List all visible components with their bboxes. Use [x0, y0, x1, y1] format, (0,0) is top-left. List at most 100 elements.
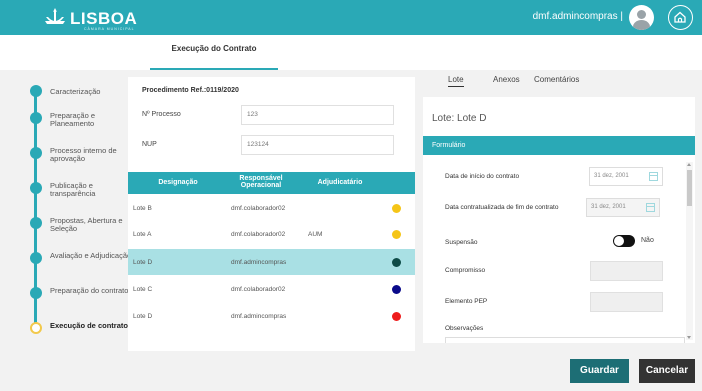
compromisso-label: Compromisso — [445, 267, 486, 274]
status-dot — [392, 312, 401, 321]
calendar-icon[interactable] — [649, 172, 658, 181]
pep-label: Elemento PEP — [445, 298, 488, 305]
cancel-button[interactable]: Cancelar — [639, 359, 695, 383]
data-inicio-input[interactable]: 31 dez, 2001 — [589, 167, 663, 186]
compromisso-field[interactable] — [590, 261, 663, 281]
table-row[interactable]: Lote D dmf.admincompras — [128, 303, 415, 329]
cell-responsavel: dmf.colaborador02 — [231, 205, 286, 212]
form-scrollbar[interactable] — [686, 162, 693, 340]
step-dot — [30, 182, 42, 194]
cell-adjudicatario: AUM — [308, 231, 323, 238]
step-dot — [30, 112, 42, 124]
data-inicio-label: Data de início do contrato — [445, 173, 520, 180]
status-dot — [392, 258, 401, 267]
step-execucao-contrato[interactable]: Execução de contrato — [30, 320, 130, 340]
suspensao-row: Suspensão Não — [445, 233, 691, 253]
step-propostas[interactable]: Propostas, Abertura e Seleção — [30, 215, 130, 235]
suspensao-toggle-label: Não — [641, 237, 654, 244]
cell-designacao: Lote B — [133, 205, 152, 212]
tab-lote[interactable]: Lote — [448, 75, 464, 87]
lote-panel: Lote: Lote D Formulário Data de início d… — [423, 97, 695, 343]
data-inicio-value: 31 dez, 2001 — [594, 173, 629, 179]
username-label[interactable]: dmf.admincompras | — [533, 11, 623, 22]
cell-responsavel: dmf.colaborador02 — [231, 286, 286, 293]
home-icon — [674, 11, 686, 23]
table-row[interactable]: Lote A dmf.colaborador02 AUM — [128, 221, 415, 247]
toggle-knob — [614, 236, 624, 246]
step-preparacao-planeamento[interactable]: Preparação e Planeamento — [30, 110, 130, 130]
observacoes-label: Observações — [445, 325, 484, 332]
step-label: Preparação do contrato — [50, 286, 129, 295]
lisboa-logo[interactable]: LISBOA — [43, 7, 137, 29]
step-dot — [30, 252, 42, 264]
cell-designacao: Lote A — [133, 231, 152, 238]
step-label: Avaliação e Adjudicação — [50, 251, 132, 260]
compromisso-row: Compromisso — [445, 261, 691, 281]
data-fim-row: Data contratualizada de fim de contrato … — [445, 198, 691, 218]
table-row-selected[interactable]: Lote D dmf.admincompras — [128, 249, 415, 275]
procedure-title: Procedimento Ref.:0119/2020 — [142, 87, 239, 94]
cell-designacao: Lote D — [133, 259, 153, 266]
processo-label: Nº Processo — [142, 111, 181, 118]
step-label: Preparação e Planeamento — [50, 111, 96, 128]
avatar-body — [633, 20, 650, 30]
tab-comentarios[interactable]: Comentários — [534, 75, 579, 84]
nup-row: NUP 123124 — [142, 135, 398, 155]
nup-field[interactable]: 123124 — [241, 135, 394, 155]
suspensao-label: Suspensão — [445, 239, 478, 246]
step-label: Processo interno de aprovação — [50, 146, 117, 163]
column-header-designacao[interactable]: Designação — [133, 172, 223, 194]
step-label: Execução de contrato — [50, 321, 128, 330]
table-row[interactable]: Lote B dmf.colaborador02 — [128, 195, 415, 221]
lote-title: Lote: Lote D — [432, 113, 487, 124]
column-header-adjudicatario[interactable]: Adjudicatário — [300, 172, 380, 194]
lotes-table-header: Designação Responsável Operacional Adjud… — [128, 172, 415, 194]
suspensao-toggle[interactable] — [613, 235, 635, 247]
processo-row: Nº Processo 123 — [142, 105, 398, 125]
scroll-down-arrow-icon[interactable] — [687, 336, 691, 339]
scroll-thumb[interactable] — [687, 170, 692, 206]
step-dot — [30, 147, 42, 159]
data-fim-input[interactable]: 31 dez, 2001 — [586, 198, 660, 217]
cell-responsavel: dmf.colaborador02 — [231, 231, 286, 238]
user-avatar[interactable] — [629, 5, 654, 30]
form-section-header: Formulário — [423, 136, 695, 155]
save-button[interactable]: Guardar — [570, 359, 629, 383]
cell-designacao: Lote C — [133, 286, 153, 293]
app-header: LISBOA CÂMARA MUNICIPAL dmf.admincompras… — [0, 0, 702, 35]
processo-field[interactable]: 123 — [241, 105, 394, 125]
step-caracterizacao[interactable]: Caracterização — [30, 83, 130, 103]
column-header-responsavel[interactable]: Responsável Operacional — [226, 175, 296, 189]
brand-name: LISBOA — [70, 8, 138, 28]
home-button[interactable] — [668, 5, 693, 30]
step-preparacao-contrato[interactable]: Preparação do contrato — [30, 285, 130, 305]
tab-anexos[interactable]: Anexos — [493, 75, 520, 84]
step-label: Caracterização — [50, 87, 101, 96]
step-avaliacao[interactable]: Avaliação e Adjudicação — [30, 250, 131, 270]
observacoes-textarea[interactable] — [445, 337, 685, 343]
lote-tabs: Lote Anexos Comentários — [423, 70, 695, 90]
data-fim-value: 31 dez, 2001 — [591, 204, 626, 210]
data-inicio-row: Data de início do contrato 31 dez, 2001 — [445, 167, 691, 187]
procedure-panel: Procedimento Ref.:0119/2020 Nº Processo … — [128, 77, 415, 351]
lisboa-emblem-icon — [43, 7, 67, 29]
step-processo-interno[interactable]: Processo interno de aprovação — [30, 145, 130, 165]
status-dot — [392, 204, 401, 213]
scroll-up-arrow-icon[interactable] — [687, 163, 691, 166]
calendar-icon[interactable] — [646, 203, 655, 212]
step-label: Propostas, Abertura e Seleção — [50, 216, 123, 233]
table-row[interactable]: Lote C dmf.colaborador02 — [128, 276, 415, 302]
status-dot — [392, 230, 401, 239]
avatar-head — [637, 10, 646, 19]
observacoes-row: Observações — [445, 319, 691, 339]
step-dot — [30, 85, 42, 97]
pep-row: Elemento PEP — [445, 292, 691, 312]
data-fim-label: Data contratualizada de fim de contrato — [445, 204, 559, 211]
pep-field[interactable] — [590, 292, 663, 312]
cell-designacao: Lote D — [133, 313, 153, 320]
sub-header: Execução do Contrato — [0, 35, 702, 70]
step-dot-active — [30, 322, 42, 334]
step-publicacao[interactable]: Publicação e transparência — [30, 180, 130, 200]
step-dot — [30, 287, 42, 299]
tab-execucao-contrato[interactable]: Execução do Contrato — [150, 35, 278, 70]
